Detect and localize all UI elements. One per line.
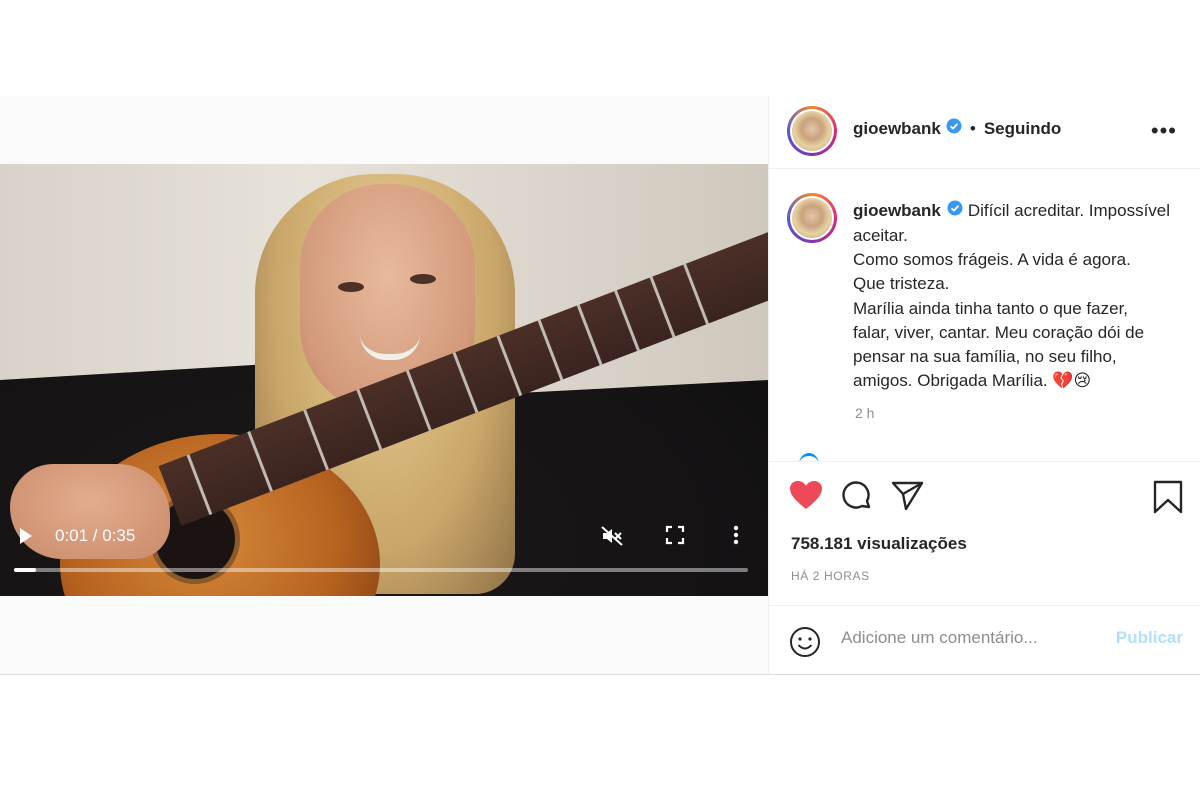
following-button[interactable]: Seguindo [984,119,1061,139]
avatar[interactable] [787,106,837,156]
post-time-ago[interactable]: HÁ 2 HORAS [791,569,870,583]
publish-button[interactable]: Publicar [1116,628,1183,648]
video-controls: 0:01 / 0:35 [0,164,768,596]
caption-username-link[interactable]: gioewbank [853,201,941,220]
post-header: gioewbank • Seguindo ••• [769,96,1200,169]
avatar-image [792,111,832,151]
caption-avatar-image [792,198,832,238]
view-count[interactable]: 758.181 visualizações [791,534,967,554]
caption-line: Como somos frágeis. A vida é agora. [853,249,1131,269]
video-progress-fill [14,568,37,572]
caption-emojis: 💔😢 [1052,371,1092,391]
verified-badge-icon [947,199,963,223]
caption-timestamp[interactable]: 2 h [855,405,874,421]
comment-box: Publicar [769,605,1200,673]
video-player[interactable]: 0:01 / 0:35 [0,164,768,596]
caption-area: gioewbank Difícil acreditar. Impossível a… [769,169,1200,461]
smiley-icon[interactable] [789,626,821,663]
caption-avatar[interactable] [787,193,837,243]
post-side-panel: gioewbank • Seguindo ••• gioewbank Difíci… [768,96,1200,674]
caption-line: Difícil acreditar. Impossível [967,201,1171,220]
comment-bubble-icon[interactable] [841,480,873,517]
fullscreen-icon[interactable] [664,524,686,551]
media-area: 0:01 / 0:35 [0,96,768,674]
post-caption: gioewbank Difícil acreditar. Impossível a… [853,199,1193,394]
loading-spinner-icon [799,453,819,461]
caption-line: falar, viver, cantar. Meu coração dói de [853,322,1145,342]
more-options-icon[interactable]: ••• [1151,118,1177,144]
username-link[interactable]: gioewbank [853,119,941,139]
heart-filled-icon[interactable] [789,480,823,515]
caption-line: amigos. Obrigada Marília. [853,371,1048,391]
header-user-line: gioewbank • Seguindo [853,118,1061,139]
video-progress-bar[interactable] [14,568,748,572]
caption-line: Marília ainda tinha tanto o que fazer, [853,298,1129,318]
comment-input[interactable] [841,628,1091,648]
play-icon[interactable] [18,526,34,546]
caption-line: pensar na sua família, no seu filho, [853,347,1117,367]
header-separator: • [969,118,976,138]
video-time-display: 0:01 / 0:35 [55,526,136,545]
muted-volume-icon[interactable] [600,524,624,553]
caption-line: aceitar. [853,225,908,245]
verified-badge-icon [946,118,962,139]
caption-line: Que tristeza. [853,274,950,294]
bookmark-icon[interactable] [1153,480,1183,519]
post-actions: 758.181 visualizações HÁ 2 HORAS Publica… [769,461,1200,672]
paper-plane-icon[interactable] [891,480,925,517]
instagram-post: 0:01 / 0:35 gioewbank • Seguindo ••• gio… [0,96,1200,675]
video-more-options-icon[interactable] [728,524,744,551]
